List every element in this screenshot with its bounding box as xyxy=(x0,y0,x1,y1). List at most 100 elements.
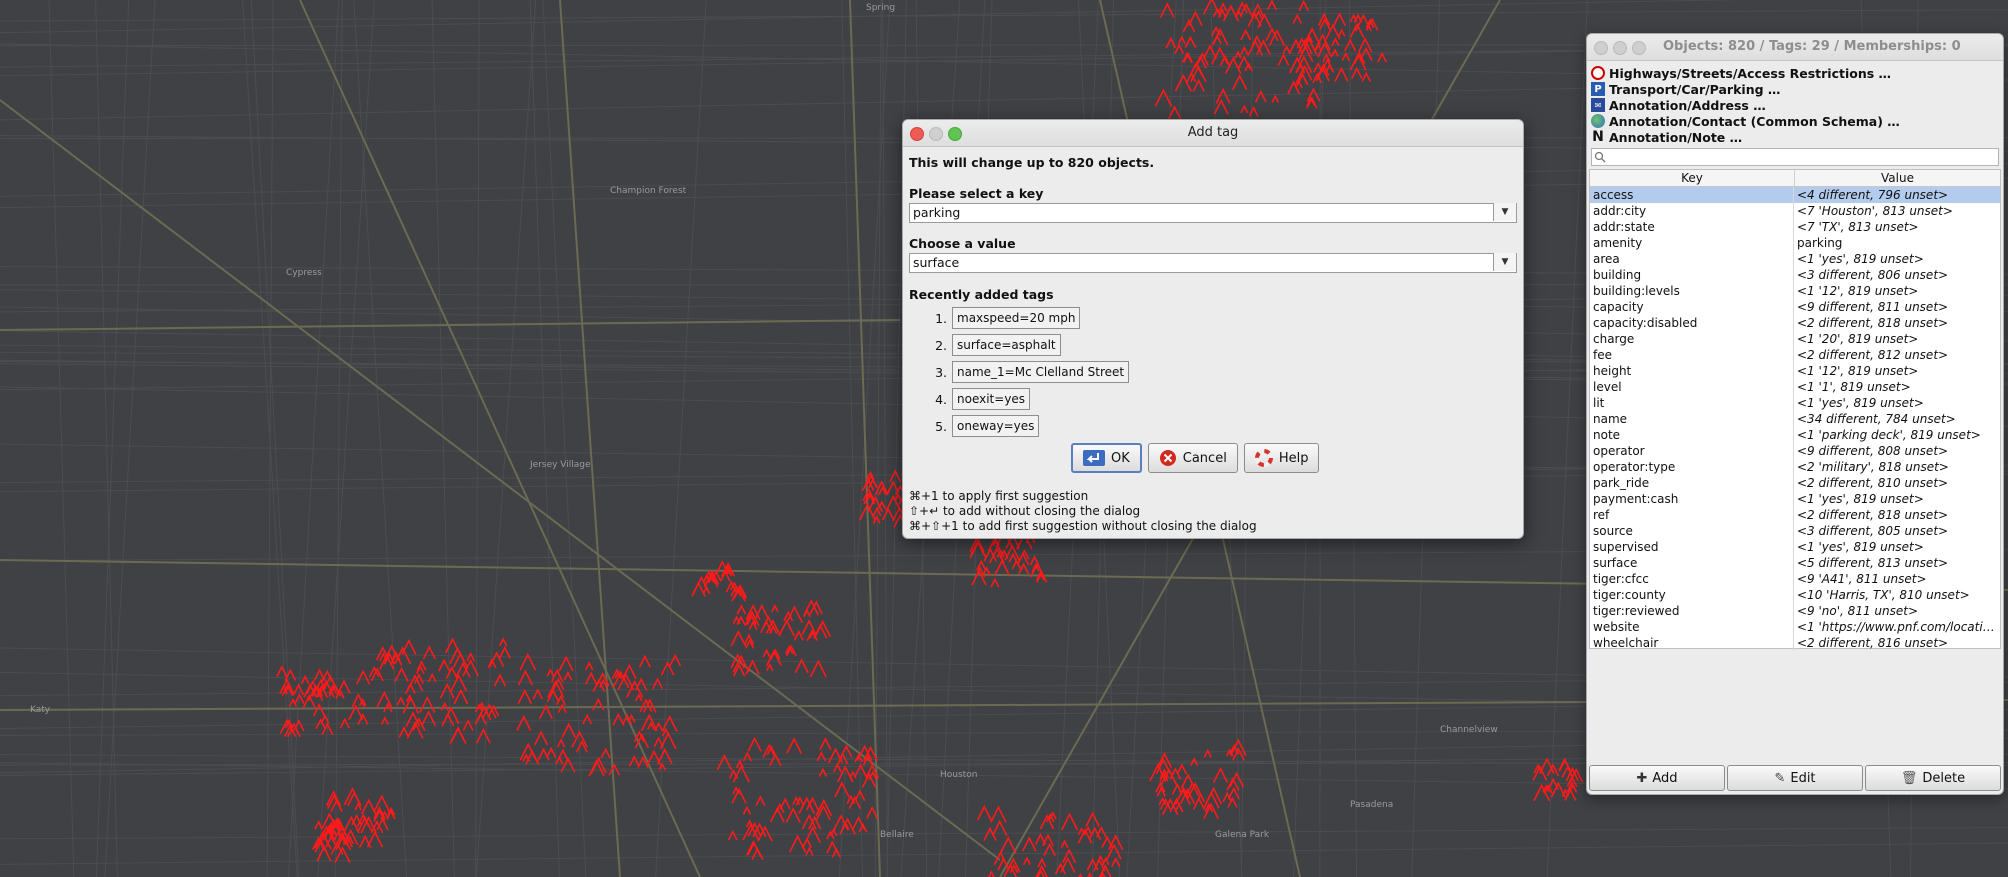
table-row[interactable]: tiger:cfcc <9 'A41', 811 unset> xyxy=(1590,571,2000,587)
parking-feature-marker[interactable] xyxy=(994,559,1010,576)
tag-key-cell[interactable]: tiger:reviewed xyxy=(1590,603,1794,619)
parking-feature-marker[interactable] xyxy=(1225,56,1242,74)
tag-key-cell[interactable]: capacity:disabled xyxy=(1590,315,1794,331)
parking-feature-marker[interactable] xyxy=(1334,66,1349,82)
recent-tag-button[interactable]: name_1=Mc Clelland Street xyxy=(952,361,1130,383)
tag-value-cell[interactable]: <9 'no', 811 unset> xyxy=(1794,603,2000,619)
parking-feature-marker[interactable] xyxy=(634,677,648,691)
parking-feature-marker[interactable] xyxy=(1248,105,1259,117)
parking-feature-marker[interactable] xyxy=(831,847,842,858)
tag-value-cell[interactable]: <2 different, 810 unset> xyxy=(1794,475,2000,491)
parking-feature-marker[interactable] xyxy=(1182,18,1196,33)
table-row[interactable]: tiger:county <10 'Harris, TX', 810 unset> xyxy=(1590,587,2000,603)
parking-feature-marker[interactable] xyxy=(396,696,406,706)
table-row[interactable]: access <4 different, 796 unset> xyxy=(1590,187,2000,203)
parking-feature-marker[interactable] xyxy=(1306,87,1321,102)
tag-key-cell[interactable]: wheelchair xyxy=(1590,635,1794,651)
parking-feature-marker[interactable] xyxy=(819,737,832,751)
parking-feature-marker[interactable] xyxy=(556,738,566,748)
parking-feature-marker[interactable] xyxy=(727,829,738,841)
tag-value-cell[interactable]: <3 different, 805 unset> xyxy=(1794,523,2000,539)
parking-feature-marker[interactable] xyxy=(736,604,747,615)
tag-value-cell[interactable]: <1 'parking deck', 819 unset> xyxy=(1794,427,2000,443)
parking-feature-marker[interactable] xyxy=(652,677,664,690)
parking-feature-marker[interactable] xyxy=(532,688,543,700)
recent-tag-button[interactable]: surface=asphalt xyxy=(952,334,1061,356)
parking-feature-marker[interactable] xyxy=(827,747,844,764)
parking-feature-marker[interactable] xyxy=(373,794,391,812)
parking-feature-marker[interactable] xyxy=(1240,28,1252,41)
tag-value-cell[interactable]: <2 different, 818 unset> xyxy=(1794,507,2000,523)
parking-feature-marker[interactable] xyxy=(1227,796,1238,808)
parking-feature-marker[interactable] xyxy=(832,762,842,773)
parking-feature-marker[interactable] xyxy=(1061,812,1079,831)
close-window-button[interactable] xyxy=(1594,41,1608,55)
dialog-titlebar[interactable]: Add tag xyxy=(903,120,1523,147)
tag-key-cell[interactable]: tiger:cfcc xyxy=(1590,571,1794,587)
parking-feature-marker[interactable] xyxy=(789,834,807,853)
minimize-window-button[interactable] xyxy=(929,127,943,141)
parking-feature-marker[interactable] xyxy=(1234,50,1242,59)
parking-feature-marker[interactable] xyxy=(742,805,752,815)
parking-feature-marker[interactable] xyxy=(1060,839,1069,849)
parking-feature-marker[interactable] xyxy=(422,645,436,660)
parking-feature-marker[interactable] xyxy=(517,669,534,686)
tag-key-cell[interactable]: note xyxy=(1590,427,1794,443)
parking-feature-marker[interactable] xyxy=(1176,763,1188,775)
parking-feature-marker[interactable] xyxy=(1022,856,1031,866)
value-input[interactable]: surface xyxy=(913,255,959,270)
parking-feature-marker[interactable] xyxy=(669,653,682,667)
parking-feature-marker[interactable] xyxy=(522,753,531,762)
parking-feature-marker[interactable] xyxy=(1349,22,1365,38)
tag-key-cell[interactable]: lit xyxy=(1590,395,1794,411)
parking-feature-marker[interactable] xyxy=(803,608,811,618)
key-column-header[interactable]: Key xyxy=(1590,170,1795,186)
parking-feature-marker[interactable] xyxy=(1085,871,1094,877)
tag-value-cell[interactable]: <1 '12', 819 unset> xyxy=(1794,283,2000,299)
table-row[interactable]: tiger:reviewed <9 'no', 811 unset> xyxy=(1590,603,2000,619)
parking-feature-marker[interactable] xyxy=(1215,88,1231,104)
parking-feature-marker[interactable] xyxy=(355,669,371,685)
parking-feature-marker[interactable] xyxy=(1043,842,1056,856)
parking-feature-marker[interactable] xyxy=(786,737,803,754)
parking-feature-marker[interactable] xyxy=(288,697,298,707)
delete-tag-button[interactable]: 🗑 Delete xyxy=(1865,765,2001,791)
parking-feature-marker[interactable] xyxy=(1254,89,1267,103)
parking-feature-marker[interactable] xyxy=(1034,832,1047,845)
parking-feature-marker[interactable] xyxy=(692,575,711,594)
parking-feature-marker[interactable] xyxy=(805,846,814,856)
tag-key-cell[interactable]: payment:cash xyxy=(1590,491,1794,507)
parking-feature-marker[interactable] xyxy=(376,690,393,708)
parking-feature-marker[interactable] xyxy=(499,637,508,647)
parking-feature-marker[interactable] xyxy=(585,671,598,685)
chevron-down-icon[interactable]: ▼ xyxy=(1493,203,1516,221)
parking-feature-marker[interactable] xyxy=(546,746,557,758)
parking-feature-marker[interactable] xyxy=(771,603,779,613)
table-row[interactable]: building:levels <1 '12', 819 unset> xyxy=(1590,283,2000,299)
tag-value-cell[interactable]: <9 'A41', 811 unset> xyxy=(1794,571,2000,587)
parking-feature-marker[interactable] xyxy=(1154,88,1173,107)
parking-feature-marker[interactable] xyxy=(1277,53,1290,66)
recent-tag-button[interactable]: maxspeed=20 mph xyxy=(952,307,1081,329)
value-column-header[interactable]: Value xyxy=(1795,170,2000,186)
parking-feature-marker[interactable] xyxy=(600,747,611,759)
parking-feature-marker[interactable] xyxy=(983,826,997,841)
table-row[interactable]: addr:city <7 'Houston', 813 unset> xyxy=(1590,203,2000,219)
parking-feature-marker[interactable] xyxy=(802,837,813,848)
table-row[interactable]: fee <2 different, 812 unset> xyxy=(1590,347,2000,363)
parking-feature-marker[interactable] xyxy=(1271,94,1280,103)
parking-feature-marker[interactable] xyxy=(887,480,900,494)
tag-value-cell[interactable]: <1 '12', 819 unset> xyxy=(1794,363,2000,379)
parking-feature-marker[interactable] xyxy=(653,736,664,748)
parking-feature-marker[interactable] xyxy=(561,722,576,738)
parking-feature-marker[interactable] xyxy=(517,688,532,704)
tag-value-cell[interactable]: parking xyxy=(1794,235,2000,251)
parking-feature-marker[interactable] xyxy=(834,781,850,798)
tag-key-cell[interactable]: access xyxy=(1590,187,1794,203)
parking-feature-marker[interactable] xyxy=(1353,13,1363,23)
parking-feature-marker[interactable] xyxy=(516,715,532,731)
preset-link[interactable]: Highways/Streets/Access Restrictions … xyxy=(1591,65,1999,81)
table-row[interactable]: payment:cash <1 'yes', 819 unset> xyxy=(1590,491,2000,507)
parking-feature-marker[interactable] xyxy=(493,673,507,687)
tag-value-cell[interactable]: <7 'Houston', 813 unset> xyxy=(1794,203,2000,219)
